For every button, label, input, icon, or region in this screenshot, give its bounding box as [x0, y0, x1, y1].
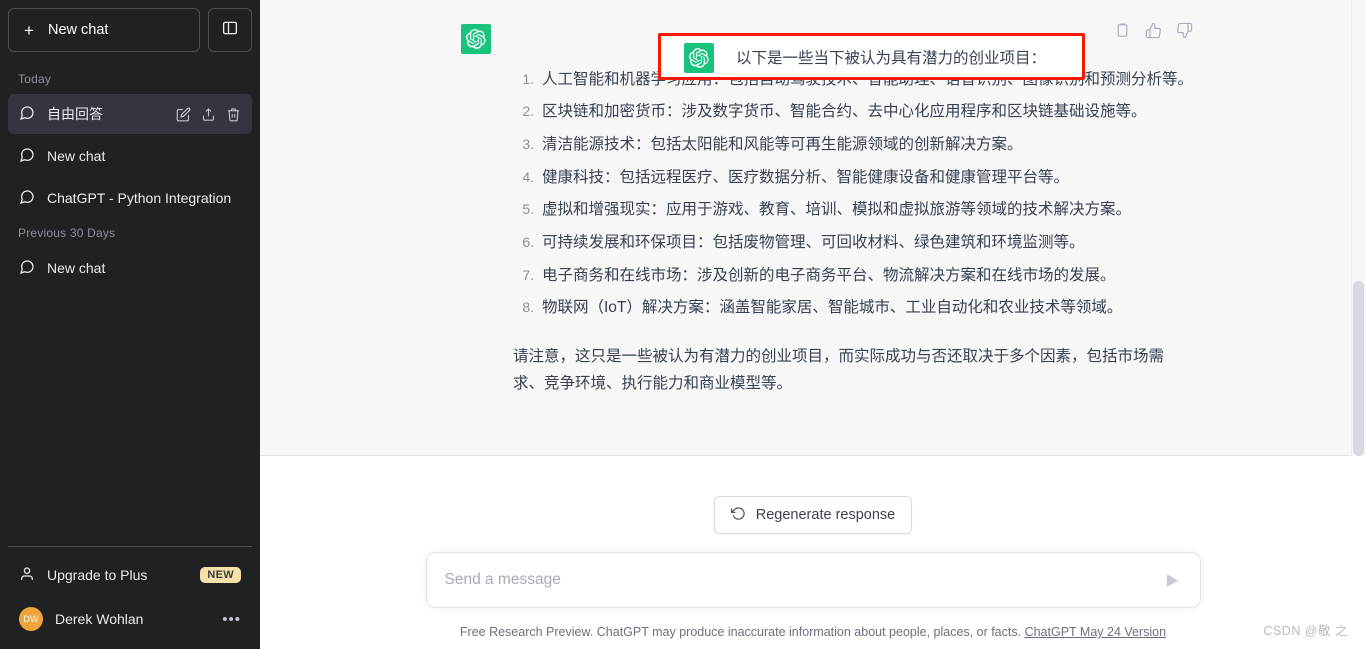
- copy-icon[interactable]: [1114, 22, 1131, 39]
- chat-bubble-icon: [19, 105, 35, 124]
- composer-area: Regenerate response Free Research Previe…: [260, 456, 1366, 649]
- list-item: 可持续发展和环保项目：包括废物管理、可回收材料、绿色建筑和环境监测等。: [538, 230, 1193, 257]
- list-item: 健康科技：包括远程医疗、医疗数据分析、智能健康设备和健康管理平台等。: [538, 165, 1193, 192]
- upgrade-to-plus-button[interactable]: Upgrade to Plus NEW: [8, 553, 252, 597]
- list-item: 清洁能源技术：包括太阳能和风能等可再生能源领域的创新解决方案。: [538, 132, 1193, 159]
- list-item: 物联网（IoT）解决方案：涵盖智能家居、智能城市、工业自动化和农业技术等领域。: [538, 295, 1193, 322]
- delete-chat-icon[interactable]: [226, 107, 241, 122]
- message-tail: 请注意，这只是一些被认为有潜力的创业项目，而实际成功与否还取决于多个因素，包括市…: [513, 347, 1165, 392]
- new-chat-button[interactable]: + New chat: [8, 8, 200, 52]
- chat-title: New chat: [47, 260, 106, 276]
- footer-disclaimer: Free Research Preview. ChatGPT may produ…: [460, 625, 1166, 639]
- avatar: DW: [19, 607, 43, 631]
- send-icon[interactable]: [1163, 571, 1182, 590]
- chat-title: 自由回答: [47, 106, 103, 122]
- footer-text: Free Research Preview. ChatGPT may produ…: [459, 625, 1022, 639]
- chat-row-actions: [176, 107, 241, 122]
- refresh-icon: [730, 506, 746, 525]
- chatgpt-app: + New chat Today 自由回答 New chat ChatGPT -…: [0, 0, 1366, 649]
- plus-icon: +: [24, 20, 34, 40]
- thumbs-down-icon[interactable]: [1176, 22, 1193, 39]
- group-label-previous-30-days: Previous 30 Days: [18, 226, 116, 240]
- assistant-message: 以下是一些当下被认为具有潜力的创业项目： 人工智能和机器学习应用：包括自动驾驶技…: [260, 0, 1366, 456]
- person-icon: [19, 566, 35, 585]
- chat-row[interactable]: New chat: [8, 136, 252, 176]
- chat-bubble-icon: [19, 189, 35, 208]
- new-badge: NEW: [200, 567, 241, 583]
- upgrade-label: Upgrade to Plus: [47, 567, 148, 583]
- sidebar-toggle-button[interactable]: [208, 8, 252, 52]
- startup-ideas-list: 人工智能和机器学习应用：包括自动驾驶技术、智能助理、语音识别、图像识别和预测分析…: [513, 67, 1193, 322]
- list-item: 电子商务和在线市场：涉及创新的电子商务平台、物流解决方案和在线市场的发展。: [538, 263, 1193, 290]
- user-account-button[interactable]: DW Derek Wohlan •••: [8, 597, 252, 641]
- watermark: CSDN @敬 之: [1263, 624, 1348, 638]
- regenerate-response-label: Regenerate response: [755, 507, 896, 523]
- sidebar-footer: Upgrade to Plus NEW DW Derek Wohlan •••: [8, 546, 252, 641]
- chatgpt-logo-icon: [461, 24, 491, 54]
- edit-chat-icon[interactable]: [176, 107, 191, 122]
- new-chat-label: New chat: [48, 22, 109, 38]
- chat-bubble-icon: [19, 259, 35, 278]
- annotated-lead-line: 以下是一些当下被认为具有潜力的创业项目：: [658, 33, 1085, 80]
- share-chat-icon[interactable]: [201, 107, 216, 122]
- chat-row-active[interactable]: 自由回答: [8, 94, 252, 134]
- list-item: 虚拟和增强现实：应用于游戏、教育、培训、模拟和虚拟旅游等领域的技术解决方案。: [538, 197, 1193, 224]
- annotated-lead-text: 以下是一些当下被认为具有潜力的创业项目：: [736, 49, 1047, 67]
- sidebar-header: + New chat: [8, 8, 252, 52]
- user-name: Derek Wohlan: [55, 611, 144, 627]
- chat-bubble-icon: [19, 147, 35, 166]
- group-label-today: Today: [18, 72, 52, 86]
- thumbs-up-icon[interactable]: [1145, 22, 1162, 39]
- user-menu-icon[interactable]: •••: [222, 611, 241, 628]
- chat-title: ChatGPT - Python Integration: [47, 190, 232, 206]
- chat-history-list[interactable]: Today 自由回答 New chat ChatGPT - Python Int…: [8, 58, 252, 546]
- chat-title: New chat: [47, 148, 106, 164]
- message-composer[interactable]: [425, 552, 1201, 608]
- regenerate-response-button[interactable]: Regenerate response: [713, 496, 913, 534]
- message-input[interactable]: [444, 571, 1163, 589]
- version-link[interactable]: ChatGPT May 24 Version: [1025, 625, 1167, 639]
- main-panel: 以下是一些当下被认为具有潜力的创业项目： 人工智能和机器学习应用：包括自动驾驶技…: [260, 0, 1366, 649]
- panel-left-icon: [221, 19, 239, 42]
- chat-row[interactable]: New chat: [8, 248, 252, 288]
- sidebar: + New chat Today 自由回答 New chat ChatGPT -…: [0, 0, 260, 649]
- chatgpt-logo-icon: [684, 42, 714, 73]
- scrollbar-thumb[interactable]: [1353, 281, 1364, 456]
- list-item: 区块链和加密货币：涉及数字货币、智能合约、去中心化应用程序和区块链基础设施等。: [538, 99, 1193, 126]
- message-actions: [1114, 22, 1193, 39]
- chat-row[interactable]: ChatGPT - Python Integration: [8, 178, 252, 218]
